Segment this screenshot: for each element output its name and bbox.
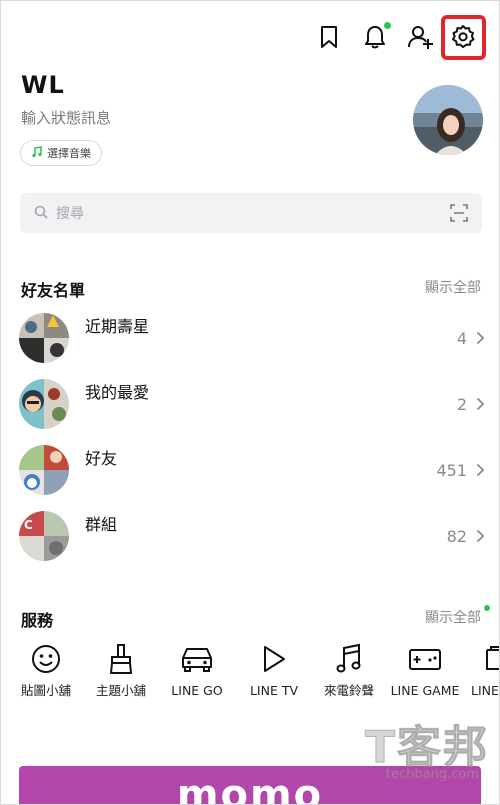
smiley-icon: [11, 641, 81, 677]
service-label: LINE TV: [249, 683, 299, 698]
chevron-right-icon: [476, 330, 485, 349]
friend-row-favorites[interactable]: 我的最愛 2: [19, 379, 485, 431]
friend-row-friends[interactable]: 好友 451: [19, 445, 485, 497]
service-sticker-shop[interactable]: 貼圖小舖: [11, 641, 81, 699]
friend-row-count: 451: [436, 461, 467, 480]
music-chip[interactable]: 選擇音樂: [20, 140, 102, 166]
services-section-title: 服務: [21, 611, 54, 630]
bookmark-icon[interactable]: [311, 19, 347, 55]
music-note-icon: [314, 641, 384, 677]
service-label: 來電鈴聲: [323, 683, 374, 698]
music-chip-label: 選擇音樂: [47, 147, 91, 160]
services-new-dot: [484, 605, 490, 611]
scan-icon[interactable]: [450, 204, 468, 226]
friend-row-count: 82: [446, 527, 467, 546]
svg-text:C: C: [24, 518, 33, 532]
service-line-more[interactable]: LINE: [465, 641, 499, 699]
friend-row-label: 近期壽星: [85, 317, 150, 336]
service-label: LINE GO: [171, 683, 223, 698]
services-show-all[interactable]: 顯示全部: [425, 607, 481, 627]
watermark: T客邦 techbang.com: [313, 711, 493, 791]
search-input[interactable]: 搜尋: [20, 193, 482, 233]
service-line-game[interactable]: LINE GAME: [390, 641, 460, 699]
profile-name[interactable]: WL: [21, 71, 65, 99]
notification-dot: [384, 22, 391, 29]
service-label: 貼圖小舖: [20, 683, 71, 698]
friend-row-count: 4: [456, 329, 467, 348]
chevron-right-icon: [476, 396, 485, 415]
add-friend-icon[interactable]: [403, 19, 439, 55]
service-label: LINE: [471, 683, 499, 698]
service-icon: [465, 641, 499, 677]
friend-row-birthdays[interactable]: 近期壽星 4: [19, 313, 485, 365]
avatar: C: [19, 511, 69, 561]
watermark-logo: T客邦: [364, 722, 489, 774]
chevron-right-icon: [476, 462, 485, 481]
avatar: [19, 445, 69, 495]
settings-highlight: [441, 15, 486, 60]
friend-row-groups[interactable]: C 群組 82: [19, 511, 485, 563]
friend-row-label: 好友: [85, 449, 118, 468]
friend-row-label: 群組: [85, 515, 118, 534]
play-icon: [239, 641, 309, 677]
friend-row-count: 2: [456, 395, 467, 414]
service-label: LINE GAME: [390, 683, 460, 698]
friends-section-title: 好友名單: [21, 281, 86, 300]
music-note-icon: [31, 145, 43, 161]
car-icon: [162, 641, 232, 677]
service-ringtones[interactable]: 來電鈴聲: [314, 641, 384, 699]
watermark-site: techbang.com: [385, 767, 479, 782]
status-message[interactable]: 輸入狀態訊息: [21, 107, 111, 128]
service-label: 主題小舖: [95, 683, 146, 698]
brush-icon: [86, 641, 156, 677]
avatar: [19, 379, 69, 429]
avatar: [19, 313, 69, 363]
service-theme-shop[interactable]: 主題小舖: [86, 641, 156, 699]
search-icon: [34, 204, 48, 223]
bell-icon[interactable]: [357, 19, 393, 55]
search-placeholder: 搜尋: [56, 206, 84, 222]
friends-show-all[interactable]: 顯示全部: [425, 277, 481, 297]
gamepad-icon: [390, 641, 460, 677]
service-line-go[interactable]: LINE GO: [162, 641, 232, 699]
service-line-tv[interactable]: LINE TV: [239, 641, 309, 699]
friend-row-label: 我的最愛: [85, 383, 150, 402]
services-row: 貼圖小舖 主題小舖 LINE GO LINE TV 來電鈴聲 LINE GAME…: [1, 641, 499, 721]
profile-avatar[interactable]: [413, 85, 483, 155]
app-frame: WL 輸入狀態訊息 選擇音樂 搜尋 好友名單 顯示全部 近期壽星 4 我的最愛 …: [0, 0, 500, 805]
chevron-right-icon: [476, 528, 485, 547]
